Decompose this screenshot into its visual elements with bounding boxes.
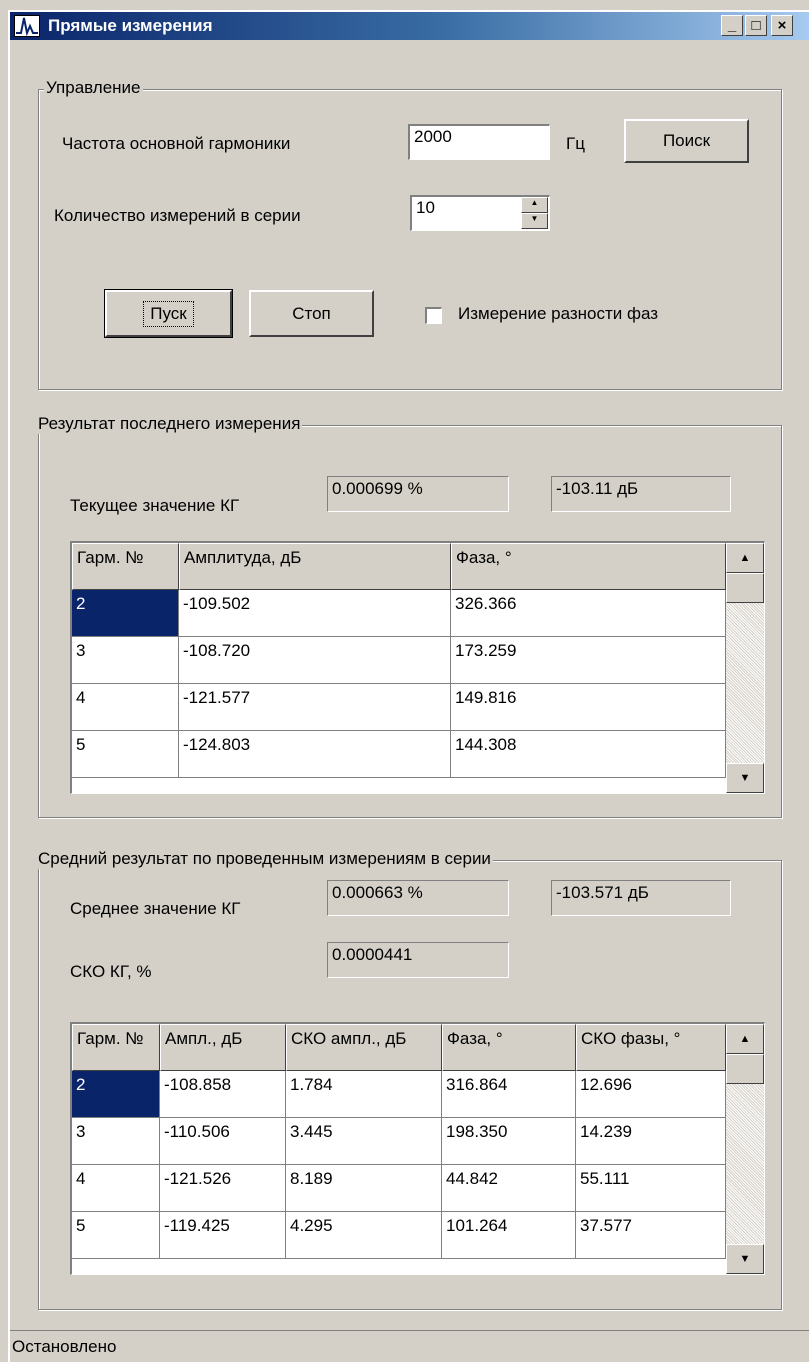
current-thd-percent: 0.000699 % [327, 476, 509, 512]
table-cell[interactable]: 2 [72, 1071, 160, 1118]
scroll-down-arrow-icon[interactable]: ▼ [726, 1244, 764, 1274]
table-cell[interactable]: -121.526 [160, 1165, 286, 1212]
frequency-unit: Гц [566, 134, 585, 153]
table-header-cell[interactable]: СКО ампл., дБ [286, 1024, 442, 1071]
table-cell[interactable]: 198.350 [442, 1118, 576, 1165]
table-cell[interactable]: 37.577 [576, 1212, 726, 1259]
scroll-thumb[interactable] [726, 573, 764, 603]
start-button[interactable]: Пуск [104, 289, 233, 338]
frequency-input[interactable]: 2000 [408, 124, 550, 160]
table-header-cell[interactable]: Гарм. № [72, 1024, 160, 1071]
frequency-label: Частота основной гармоники [62, 134, 291, 153]
spin-up-icon[interactable]: ▲ [521, 197, 548, 213]
window-title: Прямые измерения [48, 16, 213, 35]
table-cell[interactable]: 326.366 [451, 590, 726, 637]
table-header-cell[interactable]: Амплитуда, дБ [179, 543, 451, 590]
scroll-down-arrow-icon[interactable]: ▼ [726, 763, 764, 793]
table-cell[interactable]: 101.264 [442, 1212, 576, 1259]
control-legend: Управление [44, 78, 143, 98]
scroll-thumb[interactable] [726, 1054, 764, 1084]
scroll-up-arrow-icon[interactable]: ▲ [726, 543, 764, 573]
average-harmonics-table[interactable]: Гарм. № Ампл., дБ СКО ампл., дБ Фаза, ° СКО … [70, 1022, 765, 1275]
table-cell[interactable]: 3 [72, 637, 179, 684]
table-header-cell[interactable]: Гарм. № [72, 543, 179, 590]
table-cell[interactable]: 2 [72, 590, 179, 637]
table-cell[interactable]: -110.506 [160, 1118, 286, 1165]
table-header-cell[interactable]: Ампл., дБ [160, 1024, 286, 1071]
table-cell[interactable]: -124.803 [179, 731, 451, 778]
last-harmonics-table[interactable]: Гарм. № Амплитуда, дБ Фаза, ° 2 -109.502 326.… [70, 541, 765, 794]
spin-down-icon[interactable]: ▼ [521, 213, 548, 229]
table-cell[interactable]: -109.502 [179, 590, 451, 637]
table-header-cell[interactable]: Фаза, ° [442, 1024, 576, 1071]
table-cell[interactable]: 3.445 [286, 1118, 442, 1165]
vertical-scrollbar[interactable]: ▲ ▼ [726, 543, 764, 793]
table-header-cell[interactable]: СКО фазы, ° [576, 1024, 726, 1071]
average-result-legend: Средний результат по проведенным измерен… [36, 849, 493, 869]
table-cell[interactable]: 316.864 [442, 1071, 576, 1118]
status-bar: Остановлено [10, 1330, 809, 1362]
table-cell[interactable]: 4.295 [286, 1212, 442, 1259]
measurement-count-spinner[interactable]: ▲ ▼ [521, 197, 548, 229]
current-thd-db: -103.11 дБ [551, 476, 731, 512]
table-cell[interactable]: 144.308 [451, 731, 726, 778]
table-cell[interactable]: -108.720 [179, 637, 451, 684]
title-bar[interactable]: Прямые измерения _ □ × [10, 12, 809, 40]
thd-std-label: СКО КГ, % [70, 962, 152, 981]
table-cell[interactable]: 8.189 [286, 1165, 442, 1212]
table-cell[interactable]: 5 [72, 1212, 160, 1259]
maximize-button[interactable]: □ [745, 15, 767, 36]
vertical-scrollbar[interactable]: ▲ ▼ [726, 1024, 764, 1274]
current-thd-label: Текущее значение КГ [70, 496, 240, 515]
average-thd-percent: 0.000663 % [327, 880, 509, 916]
measurement-count-label: Количество измерений в серии [54, 206, 301, 225]
table-cell[interactable]: 1.784 [286, 1071, 442, 1118]
table-cell[interactable]: 55.111 [576, 1165, 726, 1212]
table-cell[interactable]: 12.696 [576, 1071, 726, 1118]
table-cell[interactable]: 14.239 [576, 1118, 726, 1165]
table-cell[interactable]: 4 [72, 1165, 160, 1212]
average-thd-label: Среднее значение КГ [70, 899, 241, 918]
phase-difference-checkbox[interactable] [425, 307, 442, 324]
scroll-up-arrow-icon[interactable]: ▲ [726, 1024, 764, 1054]
table-cell[interactable]: 5 [72, 731, 179, 778]
table-cell[interactable]: 3 [72, 1118, 160, 1165]
table-cell[interactable]: -108.858 [160, 1071, 286, 1118]
last-result-legend: Результат последнего измерения [36, 414, 303, 434]
average-thd-db: -103.571 дБ [551, 880, 731, 916]
thd-std-value: 0.0000441 [327, 942, 509, 978]
search-button[interactable]: Поиск [624, 119, 749, 163]
table-cell[interactable]: 4 [72, 684, 179, 731]
minimize-button[interactable]: _ [721, 15, 743, 36]
close-button[interactable]: × [771, 15, 793, 36]
table-cell[interactable]: 44.842 [442, 1165, 576, 1212]
status-text: Остановлено [12, 1337, 117, 1356]
table-cell[interactable]: -121.577 [179, 684, 451, 731]
app-waveform-icon [14, 15, 40, 37]
table-header-cell[interactable]: Фаза, ° [451, 543, 726, 590]
phase-difference-label[interactable]: Измерение разности фаз [458, 304, 658, 324]
table-cell[interactable]: -119.425 [160, 1212, 286, 1259]
stop-button[interactable]: Стоп [249, 290, 374, 337]
table-cell[interactable]: 173.259 [451, 637, 726, 684]
table-cell[interactable]: 149.816 [451, 684, 726, 731]
